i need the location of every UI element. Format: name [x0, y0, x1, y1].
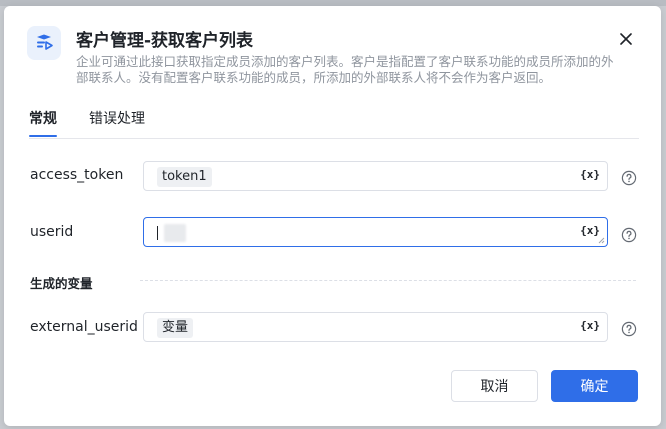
help-button[interactable]: [621, 170, 637, 186]
redacted-value: [164, 224, 186, 242]
help-icon: [621, 170, 637, 186]
external-userid-variable-chip[interactable]: 变量: [157, 318, 194, 338]
access-token-variable-chip[interactable]: token1: [157, 167, 212, 187]
connector-app-icon: [27, 26, 61, 60]
close-icon: [620, 33, 632, 45]
insert-variable-button[interactable]: {x}: [580, 168, 600, 181]
active-tab-indicator: [29, 135, 57, 137]
help-icon: [621, 227, 637, 243]
dialog: 客户管理-获取客户列表 企业可通过此接口获取指定成员添加的客户列表。客户是指配置…: [4, 6, 661, 426]
section-divider: [140, 280, 636, 281]
access-token-input[interactable]: token1 {x}: [143, 161, 608, 191]
tab-bar: 常规 错误处理: [29, 108, 639, 138]
help-icon: [621, 321, 637, 337]
tab-divider: [29, 138, 639, 139]
resize-handle-icon[interactable]: [598, 237, 605, 244]
access-token-label: access_token: [30, 167, 124, 183]
insert-variable-button[interactable]: {x}: [580, 319, 600, 332]
help-button[interactable]: [621, 227, 637, 243]
external-userid-label: external_userid: [30, 319, 138, 335]
confirm-button[interactable]: 确定: [551, 370, 638, 402]
userid-input[interactable]: {x}: [143, 217, 608, 247]
tab-error-handling-label: 错误处理: [89, 111, 145, 127]
text-cursor: [157, 226, 158, 240]
dialog-description: 企业可通过此接口获取指定成员添加的客户列表。客户是指配置了客户联系功能的成员所添…: [76, 54, 614, 85]
close-button[interactable]: [617, 30, 635, 48]
external-userid-input[interactable]: 变量 {x}: [143, 312, 608, 342]
output-variables-title: 生成的变量: [30, 276, 93, 291]
userid-label: userid: [30, 224, 74, 240]
dialog-title: 客户管理-获取客户列表: [76, 31, 254, 51]
cancel-button[interactable]: 取消: [451, 370, 538, 402]
tab-general-label: 常规: [29, 111, 57, 127]
tab-general[interactable]: 常规: [29, 108, 57, 137]
insert-variable-button[interactable]: {x}: [580, 224, 600, 237]
tab-error-handling[interactable]: 错误处理: [89, 108, 145, 128]
help-button[interactable]: [621, 321, 637, 337]
